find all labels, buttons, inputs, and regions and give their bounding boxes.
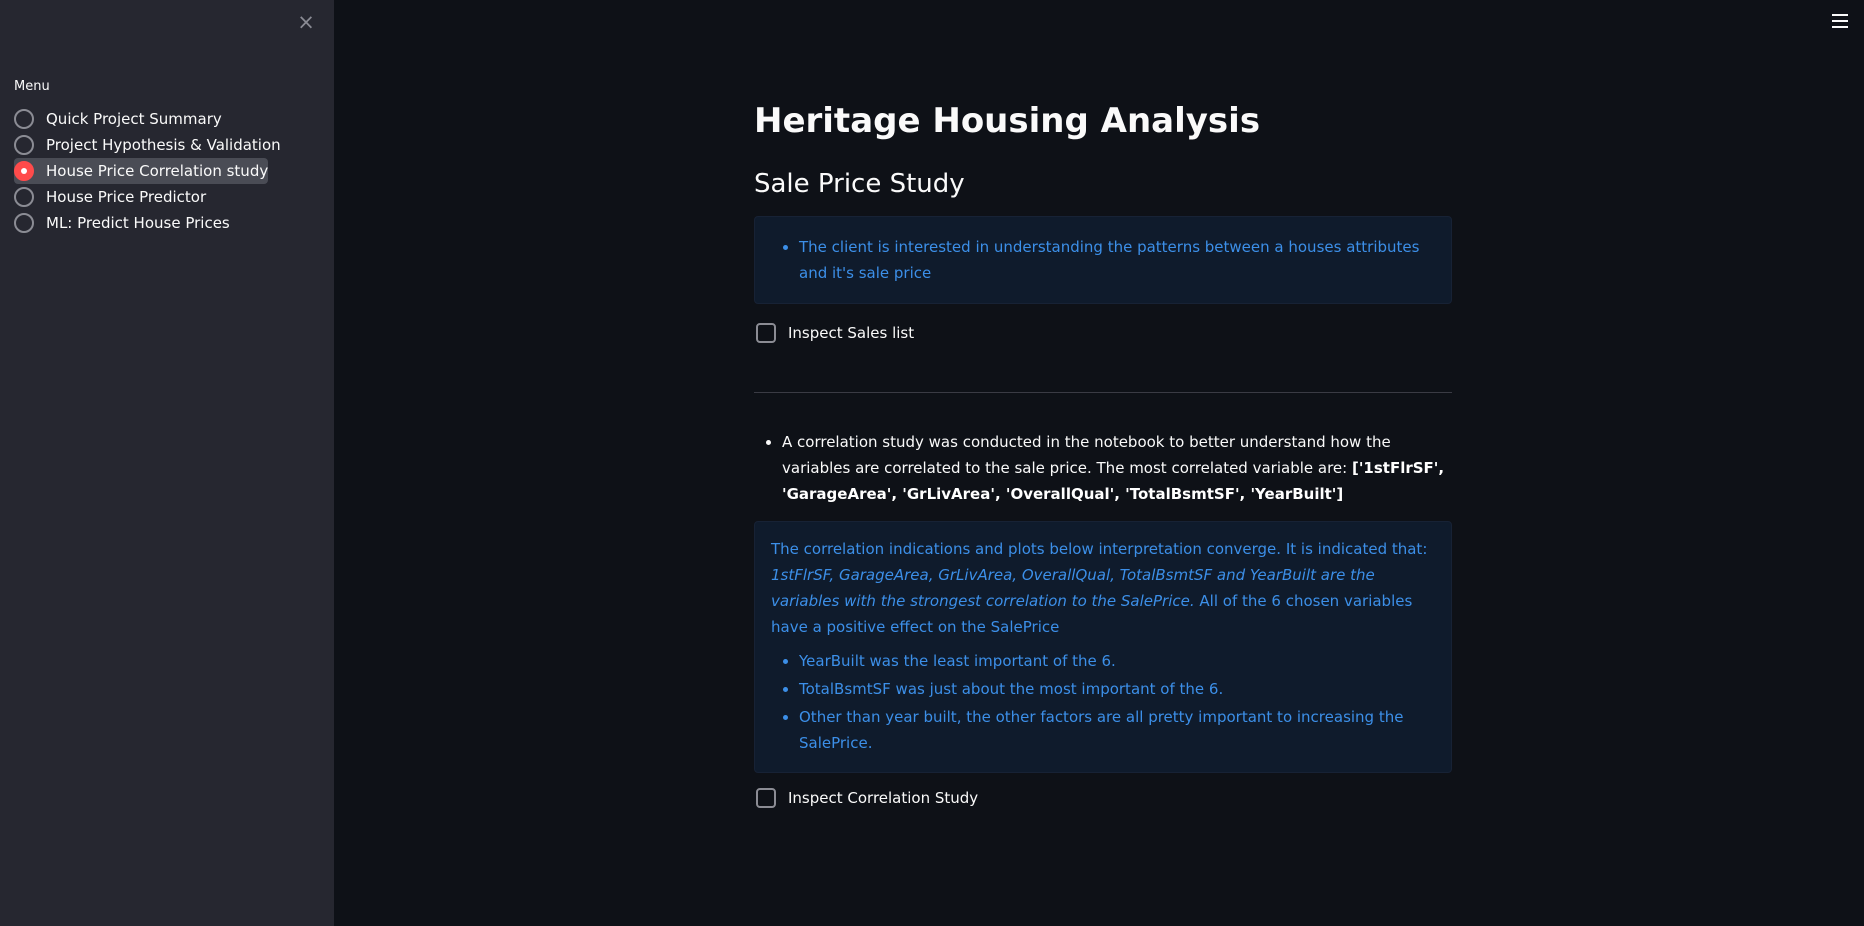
menu-item-house-price-predictor[interactable]: House Price Predictor [14,184,314,210]
menu-item-label: Quick Project Summary [46,110,222,128]
menu-item-label: Project Hypothesis & Validation [46,136,281,154]
menu-label: Menu [14,79,50,94]
menu-item-quick-project-summary[interactable]: Quick Project Summary [14,106,314,132]
menu-item-label: House Price Predictor [46,188,207,206]
info-intro: The correlation indications and plots be… [771,540,1428,558]
inspect-sales-list-checkbox-row[interactable]: Inspect Sales list [754,320,1452,346]
menu-item-project-hypothesis[interactable]: Project Hypothesis & Validation [14,132,314,158]
info-bullet: The client is interested in understandin… [799,234,1433,286]
correlation-summary-list: A correlation study was conducted in the… [754,429,1452,507]
menu-radio-group: Quick Project Summary Project Hypothesis… [14,106,314,236]
inspect-correlation-study-checkbox[interactable] [756,788,776,808]
section-title: Sale Price Study [754,169,965,199]
page-title: Heritage Housing Analysis [754,101,1261,141]
list-item: YearBuilt was the least important of the… [799,648,1435,674]
radio-button[interactable] [14,109,34,129]
main-content: Heritage Housing Analysis Sale Price Stu… [754,96,1452,811]
checkbox-label: Inspect Correlation Study [788,789,979,807]
radio-button[interactable] [14,135,34,155]
list-item: TotalBsmtSF was just about the most impo… [799,676,1435,702]
list-item: A correlation study was conducted in the… [782,429,1452,507]
menu-item-house-price-correlation[interactable]: House Price Correlation study [14,158,314,184]
inspect-correlation-study-checkbox-row[interactable]: Inspect Correlation Study [754,785,1452,811]
bullet-text: A correlation study was conducted in the… [782,433,1391,477]
radio-button-selected[interactable] [14,161,34,181]
checkbox-label: Inspect Sales list [788,324,915,342]
menu-item-ml-predict[interactable]: ML: Predict House Prices [14,210,314,236]
info-paragraph: The correlation indications and plots be… [771,536,1435,640]
radio-button[interactable] [14,213,34,233]
info-box-client: The client is interested in understandin… [754,216,1452,304]
info-box-correlation: The correlation indications and plots be… [754,521,1452,773]
close-icon[interactable]: × [296,12,316,33]
divider [754,392,1452,393]
menu-item-label: House Price Correlation study [46,162,269,180]
radio-button[interactable] [14,187,34,207]
inspect-sales-list-checkbox[interactable] [756,323,776,343]
list-item: Other than year built, the other factors… [799,704,1435,756]
hamburger-icon[interactable] [1832,14,1848,28]
menu-item-label: ML: Predict House Prices [46,214,230,232]
sidebar: × Menu Quick Project Summary Project Hyp… [0,0,334,926]
